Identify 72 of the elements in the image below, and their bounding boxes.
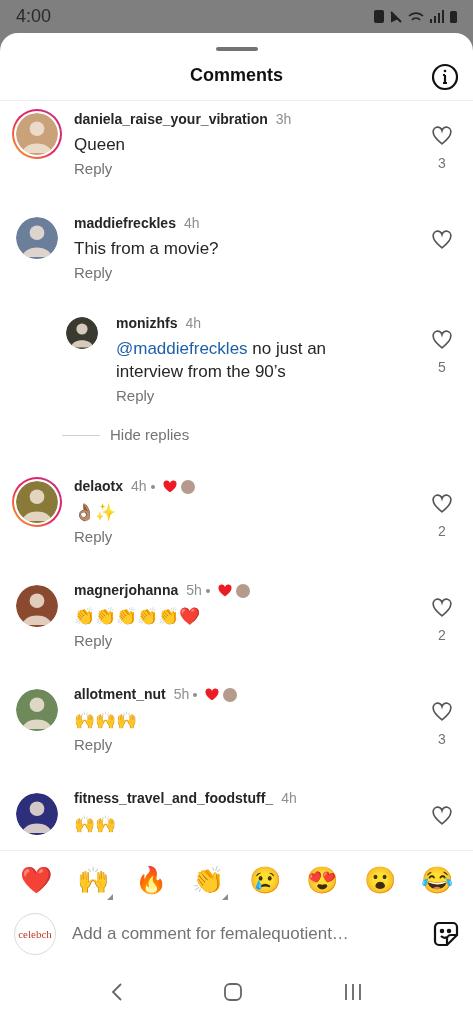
- avatar: [16, 584, 58, 627]
- comment-time: 4h: [281, 789, 297, 808]
- username[interactable]: fitness_travel_and_foodstuff_: [74, 788, 274, 809]
- comment-text: 🙌🙌🙌: [74, 709, 138, 732]
- avatar: [16, 480, 58, 523]
- avatar: [16, 217, 58, 259]
- reply-button[interactable]: Reply: [74, 263, 113, 283]
- heart-icon[interactable]: [431, 596, 453, 619]
- heart-icon[interactable]: [431, 492, 453, 515]
- username[interactable]: allotment_nut: [74, 684, 166, 705]
- mention-link[interactable]: @maddiefreckles: [116, 339, 248, 358]
- comment-time: 5h: [186, 581, 202, 600]
- author-avatar: [235, 583, 250, 598]
- heart-icon[interactable]: [431, 125, 453, 147]
- status-time: 4:00: [16, 5, 52, 28]
- comment-time: 5h: [173, 685, 190, 704]
- emoji-button[interactable]: ❤: [20, 863, 52, 896]
- emoji-button[interactable]: 🔥: [134, 863, 167, 896]
- author-avatar: [180, 479, 195, 494]
- comment-input[interactable]: Add a comment for femalequotient…: [72, 921, 433, 947]
- dot-icon: [150, 484, 155, 489]
- comment-time: 3h: [275, 109, 292, 129]
- recents-nav-icon[interactable]: [344, 983, 363, 1001]
- dot-icon: [205, 588, 210, 593]
- wifi-icon: [408, 11, 424, 22]
- username[interactable]: monizhfs: [116, 312, 178, 334]
- heart-icon[interactable]: [431, 804, 453, 827]
- username[interactable]: maddiefreckles: [74, 212, 176, 234]
- reply-button[interactable]: Reply: [74, 526, 113, 547]
- author-avatar: [223, 687, 238, 702]
- comment-text: Queen: [74, 134, 127, 156]
- like-count: 3: [438, 154, 446, 173]
- heart-icon[interactable]: [431, 700, 453, 723]
- comment-text: 🙌🙌: [74, 813, 117, 836]
- battery-icon: [450, 10, 457, 23]
- sticker-icon[interactable]: [433, 921, 459, 947]
- info-icon[interactable]: [431, 63, 459, 91]
- comment-time: 4h: [183, 213, 200, 233]
- hide-replies-button[interactable]: Hide replies: [110, 424, 190, 447]
- avatar: [16, 792, 58, 835]
- comment-text: 👌🏽✨: [74, 501, 117, 524]
- comment-time: 4h: [185, 313, 202, 333]
- like-count: 5: [438, 358, 446, 377]
- username[interactable]: delaotx: [74, 476, 123, 497]
- avatar: [16, 688, 58, 731]
- comment-text: @maddiefreckles no just an interview from the 90’s: [116, 338, 328, 383]
- comment-time: 4h: [131, 477, 147, 496]
- like-count: 2: [438, 625, 446, 645]
- dot-icon: [193, 692, 198, 697]
- avatar-text: celebch: [18, 926, 52, 942]
- signal-icon: [430, 10, 444, 23]
- sim-icon: [374, 10, 384, 23]
- back-nav-icon[interactable]: [110, 982, 123, 1002]
- home-nav-icon[interactable]: [224, 983, 243, 1001]
- story-ring[interactable]: [12, 109, 62, 159]
- avatar: [16, 113, 58, 155]
- username[interactable]: daniela_raise_your_vibration: [74, 108, 268, 130]
- reply-button[interactable]: Reply: [74, 630, 113, 651]
- reply-button[interactable]: Reply: [116, 386, 155, 406]
- heart-icon[interactable]: [431, 329, 453, 351]
- like-count: 2: [438, 521, 446, 541]
- heart-icon[interactable]: [431, 229, 453, 251]
- story-ring[interactable]: [12, 476, 62, 527]
- sheet-title: Comments: [190, 64, 283, 87]
- reply-button[interactable]: Reply: [74, 734, 113, 755]
- drag-handle[interactable]: [215, 47, 258, 51]
- comment-text: 👏👏👏👏👏❤: [74, 605, 201, 628]
- like-count: 3: [438, 729, 446, 749]
- reply-button[interactable]: Reply: [74, 159, 113, 179]
- avatar: [66, 317, 98, 349]
- comment-text: This from a movie?: [74, 238, 220, 260]
- username[interactable]: magnerjohanna: [74, 580, 179, 601]
